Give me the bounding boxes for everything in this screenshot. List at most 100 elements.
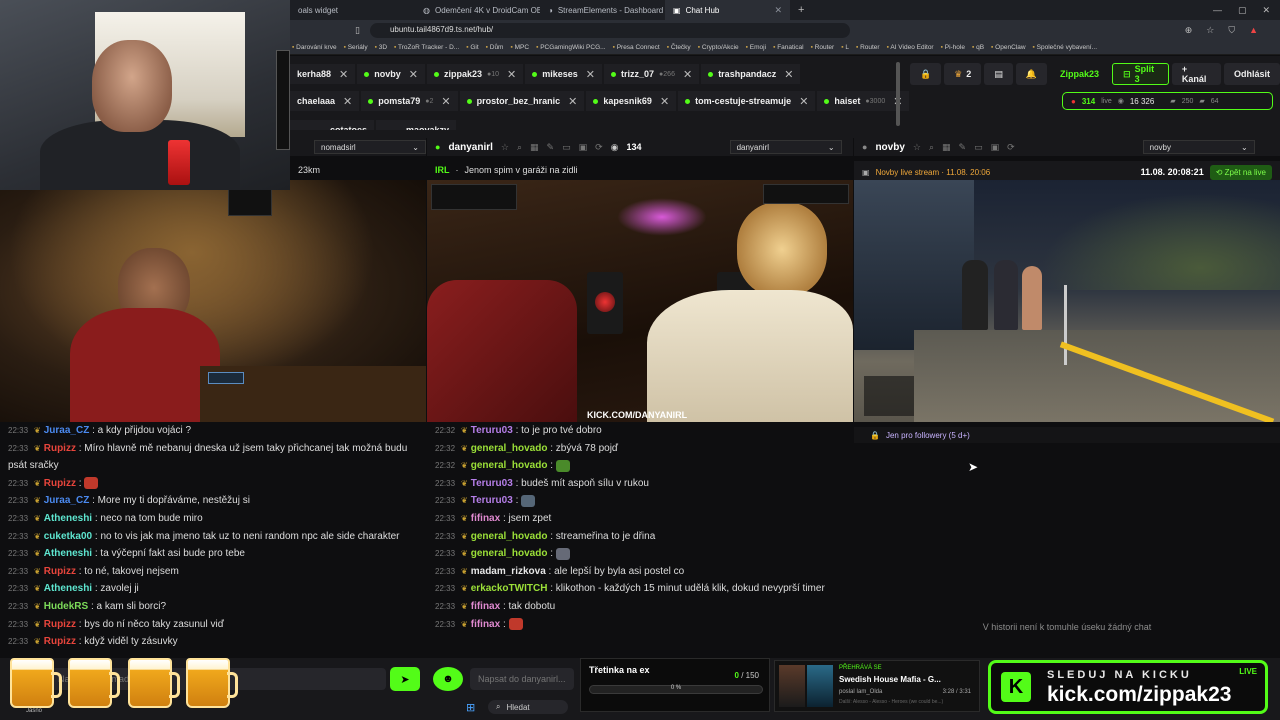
bookmark[interactable]: TroZoR Tracker - D... (394, 44, 459, 51)
browser-tab[interactable]: oals widget (290, 0, 415, 20)
message-username[interactable]: general_hovado (471, 548, 548, 559)
maximize-icon[interactable]: ▢ (1238, 5, 1247, 16)
user-button[interactable]: Zippak23 (1050, 63, 1109, 85)
star-icon[interactable]: ☆ (1206, 25, 1214, 36)
close-icon[interactable]: ✕ (441, 95, 450, 108)
bookmark[interactable]: Router (856, 44, 880, 51)
star-icon[interactable]: ☆ (501, 142, 509, 153)
bookmark[interactable]: Git (466, 44, 478, 51)
close-icon[interactable]: ✕ (507, 68, 516, 81)
bookmark[interactable]: Seriály (344, 44, 368, 51)
bookmark[interactable]: AI Video Editor (887, 44, 933, 51)
message-username[interactable]: general_hovado (471, 443, 548, 454)
message-username[interactable]: madam_rizkova (471, 566, 546, 577)
channel-chip[interactable]: trashpandacz ✕ (701, 64, 801, 84)
message-username[interactable]: Rupizz (44, 443, 76, 454)
channel-chip[interactable]: prostor_bez_hranic ✕ (459, 91, 585, 111)
bookmark[interactable]: Crypto/Akcie (698, 44, 739, 51)
video-player-1[interactable] (0, 180, 426, 422)
channel-chip[interactable]: kerha88 ✕ (290, 64, 356, 84)
warning-icon[interactable]: ▲ (1249, 25, 1258, 36)
send-button-1[interactable]: ➤ (390, 667, 420, 691)
close-icon[interactable]: ✕ (660, 95, 669, 108)
message-username[interactable]: HudekRS (44, 601, 88, 612)
layout-icon[interactable]: ▦ (942, 142, 951, 153)
message-username[interactable]: Juraa_CZ (44, 495, 90, 506)
layout-icon[interactable]: ▦ (530, 142, 539, 153)
notifications-button[interactable]: 🔔 (1015, 63, 1048, 85)
search-icon[interactable]: ⌕ (517, 142, 522, 153)
close-icon[interactable]: ✕ (339, 68, 348, 81)
logout-button[interactable]: Odhlásit (1223, 63, 1280, 85)
channel-chip[interactable]: mikeses ✕ (525, 64, 603, 84)
close-icon[interactable]: ✕ (568, 95, 577, 108)
bookmark[interactable]: Fanatical (773, 44, 803, 51)
search-icon[interactable]: ⌕ (929, 142, 934, 153)
url-input[interactable]: ubuntu.tail4867d9.ts.net/hub/ (369, 22, 850, 38)
refresh-icon[interactable]: ⟳ (1007, 142, 1015, 153)
new-tab-button[interactable]: + (790, 4, 804, 16)
close-icon[interactable]: ✕ (799, 95, 808, 108)
close-icon[interactable]: ✕ (586, 68, 595, 81)
channel-chip[interactable]: zippak23 ●10 ✕ (426, 64, 524, 84)
message-username[interactable]: fifinax (471, 513, 500, 524)
taskbar-search[interactable]: ⌕ Hledat (488, 700, 568, 714)
chat-panel-1[interactable]: 22:33 ❦ Juraa_CZ : a kdy přijdou vojáci ? 2… (0, 422, 426, 658)
bookmark[interactable]: Presa Connect (613, 44, 660, 51)
bookmark[interactable]: MPC (510, 44, 529, 51)
bookmark[interactable]: 3D (375, 44, 387, 51)
channel-select[interactable]: danyanirl ⌄ (729, 140, 842, 154)
message-username[interactable]: Rupizz (44, 619, 76, 630)
message-username[interactable]: Atheneshi (44, 583, 92, 594)
message-username[interactable]: Teruru03 (471, 478, 513, 489)
bookmark[interactable]: Darování krve (292, 44, 336, 51)
close-icon[interactable]: ✕ (784, 68, 793, 81)
chat-icon[interactable]: ▭ (974, 142, 983, 153)
bookmark[interactable]: OpenClaw (991, 44, 1025, 51)
bookmark[interactable]: Společné vybavení... (1033, 44, 1097, 51)
channel-select[interactable]: nomadsirl ⌄ (314, 140, 426, 154)
channel-chip[interactable]: cotatoes (290, 120, 375, 130)
tool-icon[interactable]: ✎ (547, 142, 555, 153)
message-username[interactable]: general_hovado (471, 531, 548, 542)
message-username[interactable]: Teruru03 (471, 495, 513, 506)
message-username[interactable]: Juraa_CZ (44, 425, 90, 436)
message-username[interactable]: Rupizz (44, 478, 76, 489)
channel-chip[interactable]: kapesnik69 ✕ (586, 91, 677, 111)
close-icon[interactable]: ✕ (683, 68, 692, 81)
close-icon[interactable]: ✕ (409, 68, 418, 81)
bookmark[interactable]: L (841, 44, 849, 51)
bookmark[interactable]: Čtečky (667, 44, 691, 51)
browser-tab-active[interactable]: ▣ Chat Hub ✕ (665, 0, 790, 20)
chat-input-2[interactable] (470, 668, 574, 690)
video-player-3[interactable] (854, 180, 1280, 422)
bookmark[interactable]: Dům (486, 44, 504, 51)
bookmark[interactable]: PCGamingWiki PCG... (536, 44, 605, 51)
channel-chip[interactable]: novby ✕ (357, 64, 425, 84)
video-player-2[interactable]: KICK.COM/DANYANIRL (427, 180, 853, 422)
browser-tab[interactable]: ◍Odemčení 4K v DroidCam OBS - Go✕ (415, 0, 540, 20)
message-username[interactable]: general_hovado (471, 460, 548, 471)
channel-chip[interactable]: chaelaaa ✕ (290, 91, 360, 111)
header-scrollbar[interactable] (896, 62, 900, 126)
windows-start-icon[interactable]: ⊞ (466, 701, 475, 714)
chat-panel-2[interactable]: 22:32 ❦ Teruru03 : to je pro tvé dobro 22:3… (427, 422, 853, 658)
bookmark[interactable]: Pi-hole (941, 44, 965, 51)
zoom-icon[interactable]: ⊕ (1185, 25, 1193, 36)
close-icon[interactable]: ✕ (343, 95, 352, 108)
star-icon[interactable]: ☆ (913, 142, 921, 153)
emote-button[interactable]: ☻ (433, 667, 463, 691)
media-icon[interactable]: ▣ (579, 142, 588, 153)
message-username[interactable]: fifinax (471, 601, 500, 612)
message-username[interactable]: Atheneshi (44, 513, 92, 524)
bookmark[interactable]: Router (811, 44, 835, 51)
media-icon[interactable]: ▣ (991, 142, 1000, 153)
add-channel-button[interactable]: + Kanál (1171, 63, 1221, 85)
message-username[interactable]: cuketka00 (44, 531, 92, 542)
close-icon[interactable]: ✕ (774, 5, 782, 16)
channel-chip[interactable]: trizz_07 ●266 ✕ (604, 64, 700, 84)
split-button[interactable]: ⊟ Split 3 (1112, 63, 1169, 85)
minimize-icon[interactable]: — (1213, 5, 1222, 16)
chat-icon[interactable]: ▭ (562, 142, 571, 153)
crown-button[interactable]: ♛ 2 (944, 63, 982, 85)
